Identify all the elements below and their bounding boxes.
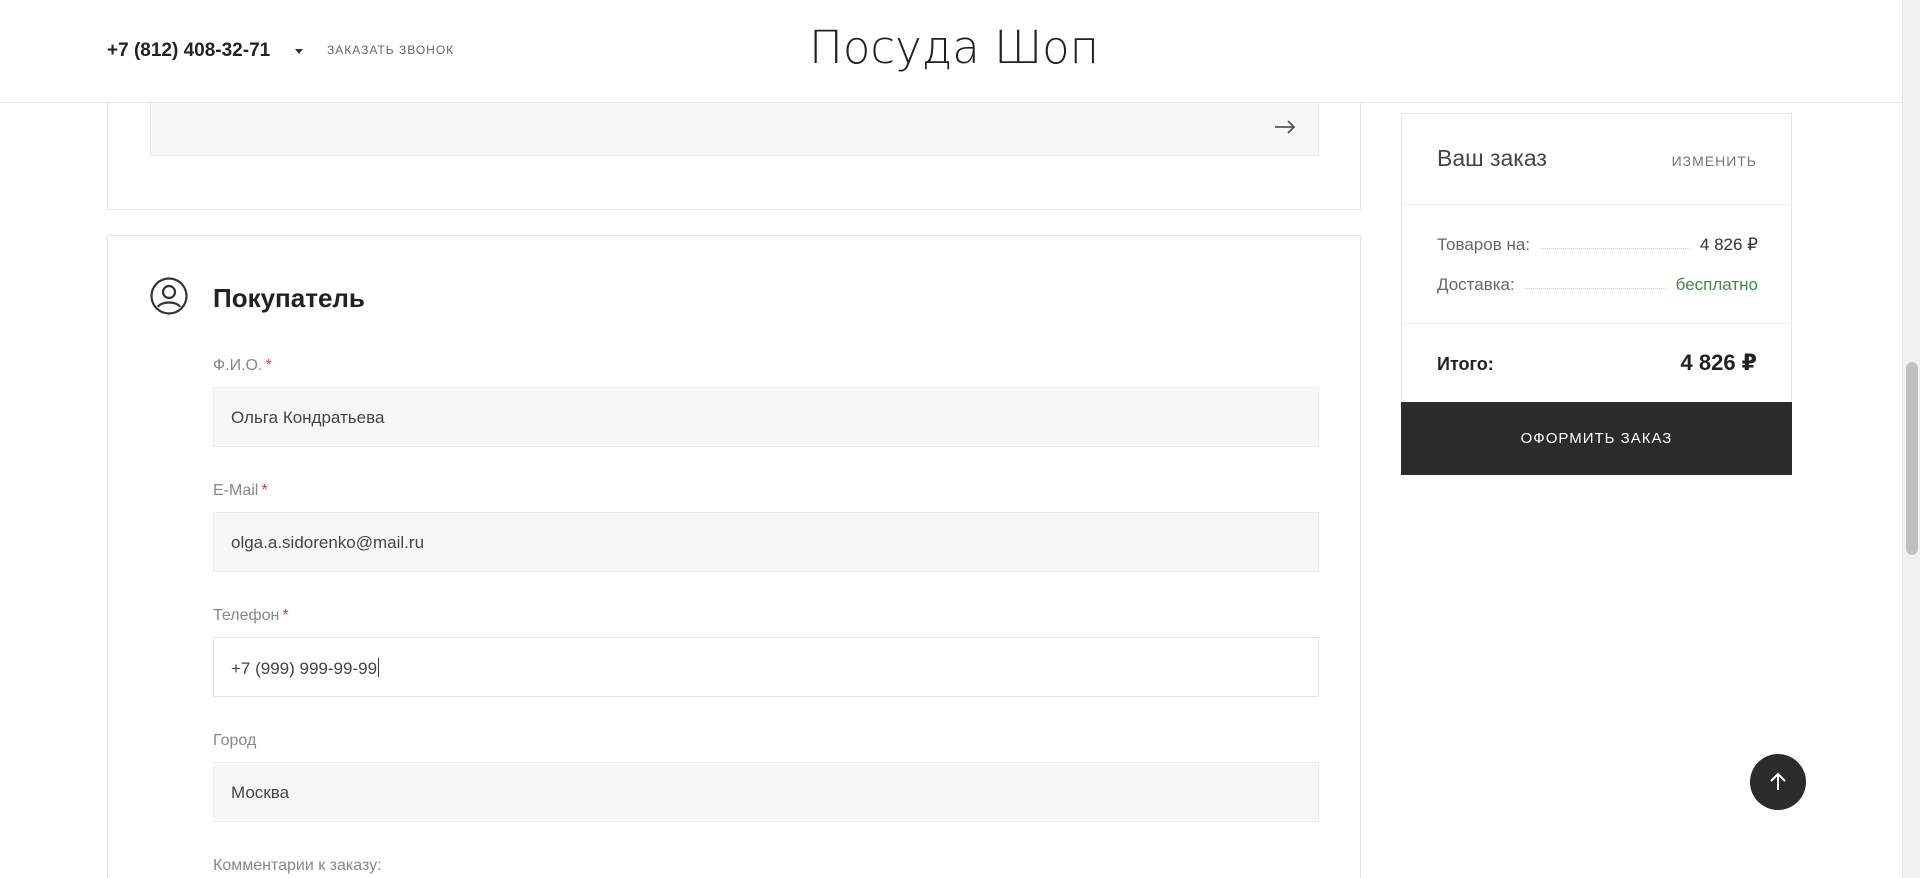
order-row-label: Доставка: bbox=[1437, 275, 1525, 295]
order-row-label: Товаров на: bbox=[1437, 235, 1541, 255]
order-title: Ваш заказ bbox=[1437, 145, 1547, 171]
site-logo[interactable]: Посуда Шоп bbox=[809, 20, 1099, 76]
email-value: olga.a.sidorenko@mail.ru bbox=[231, 533, 425, 552]
arrow-right-icon[interactable] bbox=[1272, 114, 1298, 140]
comment-label: Комментарии к заказу: bbox=[213, 857, 382, 874]
required-mark: * bbox=[265, 357, 272, 374]
callback-link[interactable]: ЗАКАЗАТЬ ЗВОНОК bbox=[327, 43, 454, 57]
phone-value: +7 (999) 999-99-99 bbox=[231, 659, 378, 678]
site-header: +7 (812) 408-32-71 ЗАКАЗАТЬ ЗВОНОК Посуд… bbox=[0, 0, 1902, 103]
phone-number[interactable]: +7 (812) 408-32-71 bbox=[107, 40, 270, 62]
page-scrollbar[interactable] bbox=[1902, 0, 1920, 878]
scrollbar-thumb[interactable] bbox=[1906, 362, 1918, 555]
order-edit-link[interactable]: ИЗМЕНИТЬ bbox=[1672, 153, 1757, 169]
fio-value: Ольга Кондратьева bbox=[231, 408, 385, 427]
fio-field[interactable]: Ольга Кондратьева bbox=[213, 387, 1319, 447]
arrow-up-icon bbox=[1770, 772, 1786, 790]
phone-label: Телефон * bbox=[213, 607, 289, 625]
order-row-items: Товаров на: 4 826 ₽ bbox=[1437, 235, 1758, 259]
address-input[interactable] bbox=[150, 102, 1319, 156]
order-summary: Ваш заказ ИЗМЕНИТЬ Товаров на: 4 826 ₽ Д… bbox=[1401, 113, 1792, 475]
total-value: 4 826 ₽ bbox=[1680, 350, 1757, 375]
chevron-down-icon[interactable] bbox=[295, 49, 303, 54]
phone-field[interactable]: +7 (999) 999-99-99 bbox=[213, 637, 1319, 697]
phone-value-wrap: +7 (999) 999-99-99 bbox=[231, 658, 380, 679]
divider bbox=[1402, 204, 1791, 205]
email-label-text: E-Mail bbox=[213, 482, 259, 499]
text-caret bbox=[378, 658, 380, 677]
city-label: Город bbox=[213, 732, 256, 750]
email-label: E-Mail * bbox=[213, 482, 268, 500]
scroll-to-top-button[interactable] bbox=[1750, 754, 1806, 810]
city-field[interactable]: Москва bbox=[213, 762, 1319, 822]
order-row-value: 4 826 ₽ bbox=[1689, 235, 1758, 255]
place-order-button[interactable]: ОФОРМИТЬ ЗАКАЗ bbox=[1401, 402, 1792, 475]
total-label: Итого: bbox=[1437, 354, 1494, 374]
required-mark: * bbox=[282, 607, 289, 624]
required-mark: * bbox=[261, 482, 268, 499]
divider bbox=[1402, 323, 1791, 324]
order-row-delivery: Доставка: бесплатно bbox=[1437, 275, 1758, 299]
city-label-text: Город bbox=[213, 732, 257, 749]
section-title-buyer: Покупатель bbox=[213, 283, 365, 313]
user-circle-icon bbox=[150, 277, 188, 315]
phone-label-text: Телефон bbox=[213, 607, 280, 624]
city-value: Москва bbox=[231, 783, 290, 802]
email-field[interactable]: olga.a.sidorenko@mail.ru bbox=[213, 512, 1319, 572]
order-row-value: бесплатно bbox=[1665, 275, 1758, 295]
fio-label: Ф.И.О. * bbox=[213, 357, 272, 375]
fio-label-text: Ф.И.О. bbox=[213, 357, 263, 374]
